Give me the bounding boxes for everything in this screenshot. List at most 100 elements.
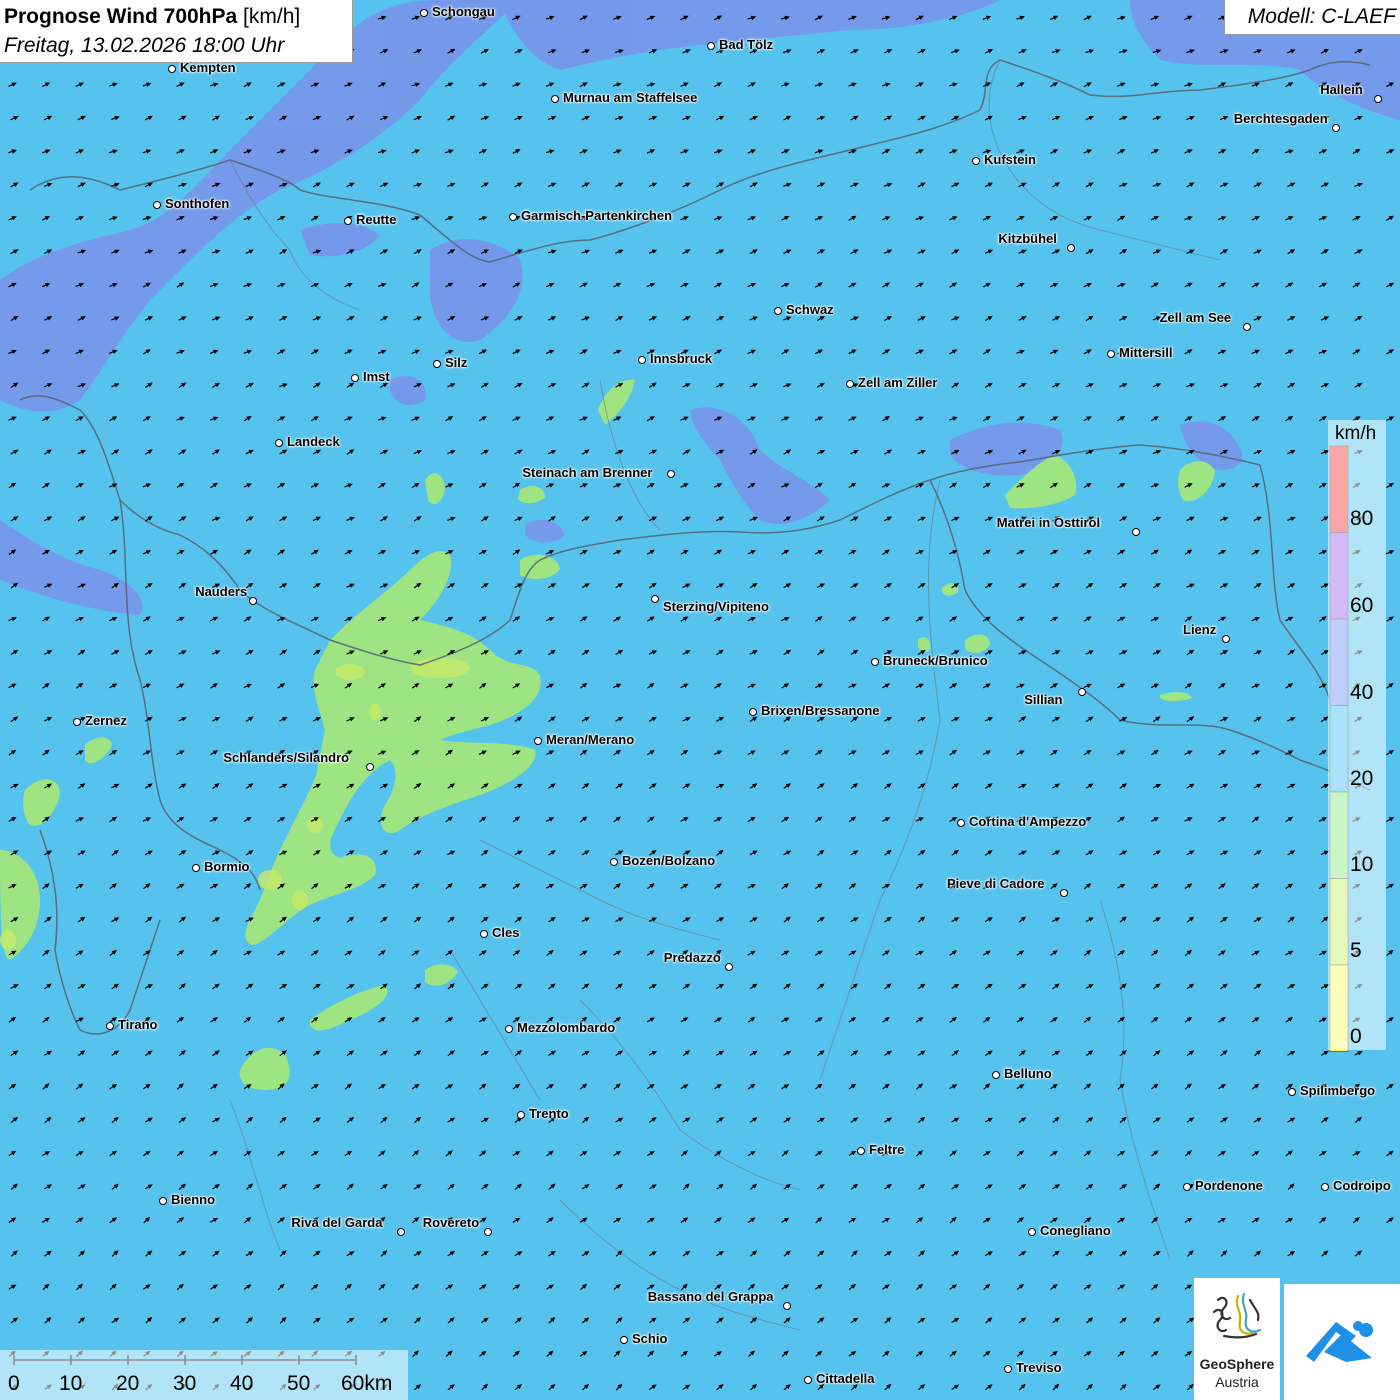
city-label: Steinach am Brenner	[522, 465, 653, 480]
city-marker	[749, 708, 757, 716]
title-unit: [km/h]	[243, 5, 301, 28]
city-label: Innsbruck	[650, 351, 713, 366]
city-marker	[509, 213, 517, 221]
city-label: Murnau am Staffelsee	[563, 90, 698, 105]
city-label: Codroipo	[1333, 1178, 1391, 1193]
city-marker	[484, 1228, 492, 1236]
city-label: Zell am See	[1159, 310, 1232, 325]
city-marker	[344, 217, 352, 225]
city-label: Bad Tölz	[719, 37, 774, 52]
city-marker	[1332, 124, 1340, 132]
city-marker	[159, 1197, 167, 1205]
city-marker	[804, 1376, 812, 1384]
city-label: Cortina d'Ampezzo	[969, 814, 1087, 829]
model-label: Modell: C-LAEF	[1247, 5, 1396, 28]
city-label: Reutte	[356, 212, 397, 227]
legend-label: 5	[1350, 939, 1362, 962]
city-label: Mittersill	[1119, 345, 1173, 360]
geosphere-logo[interactable]: GeoSphere Austria	[1194, 1278, 1280, 1400]
city-label: Matrei in Osttirol	[996, 515, 1101, 530]
scale-label: 20	[116, 1372, 140, 1395]
model-box: Modell: C-LAEF	[1224, 0, 1400, 35]
city-marker	[783, 1302, 791, 1310]
legend-label: 40	[1350, 681, 1374, 704]
city-label: Schlanders/Silandro	[223, 750, 350, 765]
city-marker	[620, 1336, 628, 1344]
city-label: Rovereto	[422, 1215, 480, 1230]
scale-label: 40	[230, 1372, 254, 1395]
geosphere-name: GeoSphere	[1199, 1356, 1275, 1372]
cloud-arrow-logo[interactable]	[1284, 1284, 1400, 1400]
legend-label: 80	[1350, 507, 1374, 530]
city-label: Mezzolombardo	[517, 1020, 616, 1035]
scale-label: 60km	[341, 1372, 393, 1395]
city-label: Meran/Merano	[546, 732, 635, 747]
city-label: Nauders	[195, 584, 248, 599]
city-label: Bruneck/Brunico	[883, 653, 988, 668]
city-marker	[249, 597, 257, 605]
scale-label: 10	[59, 1372, 83, 1395]
city-marker	[480, 930, 488, 938]
city-marker	[433, 360, 441, 368]
city-marker	[1078, 688, 1086, 696]
city-marker	[192, 864, 200, 872]
city-marker	[366, 763, 374, 771]
city-label: Sterzing/Vipiteno	[663, 599, 769, 614]
scale-label: 50	[287, 1372, 311, 1395]
city-label: Imst	[363, 369, 390, 384]
city-marker	[505, 1025, 513, 1033]
city-label: Treviso	[1016, 1360, 1062, 1375]
cloud-arrow-icon	[1306, 1321, 1373, 1362]
city-label: Bienno	[171, 1192, 216, 1207]
city-label: Conegliano	[1040, 1223, 1111, 1238]
city-marker	[857, 1147, 865, 1155]
city-label: Zell am Ziller	[858, 375, 938, 390]
geosphere-country: Austria	[1215, 1374, 1259, 1390]
city-marker	[168, 65, 176, 73]
city-label: Hallein	[1320, 82, 1363, 97]
city-label: Garmisch-Partenkirchen	[521, 208, 673, 223]
scale-label: 30	[173, 1372, 197, 1395]
forecast-datetime: Freitag, 13.02.2026 18:00 Uhr	[4, 34, 285, 57]
city-marker	[73, 718, 81, 726]
city-marker	[1067, 244, 1075, 252]
scale-label: 0	[8, 1372, 20, 1395]
city-marker	[871, 658, 879, 666]
map-title-box: Prognose Wind 700hPa [km/h] Freitag, 13.…	[0, 0, 353, 63]
city-marker	[534, 737, 542, 745]
city-marker	[275, 439, 283, 447]
city-label: Trento	[529, 1106, 569, 1121]
city-label: Feltre	[869, 1142, 905, 1157]
legend-label: 0	[1350, 1025, 1362, 1048]
legend-label: 20	[1350, 767, 1374, 790]
city-label: Lienz	[1183, 622, 1217, 637]
city-label: Bozen/Bolzano	[622, 853, 716, 868]
legend-unit: km/h	[1335, 423, 1377, 444]
legend-label: 60	[1350, 594, 1374, 617]
city-marker	[1183, 1183, 1191, 1191]
city-marker	[1243, 323, 1251, 331]
city-marker	[667, 470, 675, 478]
city-marker	[351, 374, 359, 382]
city-label: Schongau	[432, 4, 495, 19]
city-marker	[1060, 889, 1068, 897]
city-label: Predazzo	[663, 950, 721, 965]
city-marker	[153, 201, 161, 209]
title-main: Prognose Wind 700hPa	[4, 5, 238, 28]
city-marker	[846, 380, 854, 388]
city-marker	[106, 1022, 114, 1030]
city-label: Belluno	[1004, 1066, 1052, 1081]
city-marker	[774, 307, 782, 315]
city-label: Berchtesgaden	[1233, 111, 1328, 126]
city-marker	[651, 595, 659, 603]
city-marker	[992, 1071, 1000, 1079]
city-marker	[610, 858, 618, 866]
city-marker	[1004, 1365, 1012, 1373]
city-marker	[972, 157, 980, 165]
geosphere-icon	[1212, 1292, 1262, 1339]
city-marker	[725, 963, 733, 971]
city-label: Bormio	[204, 859, 250, 874]
city-marker	[1107, 350, 1115, 358]
city-label: Cles	[492, 925, 520, 940]
city-label: Pordenone	[1195, 1178, 1263, 1193]
